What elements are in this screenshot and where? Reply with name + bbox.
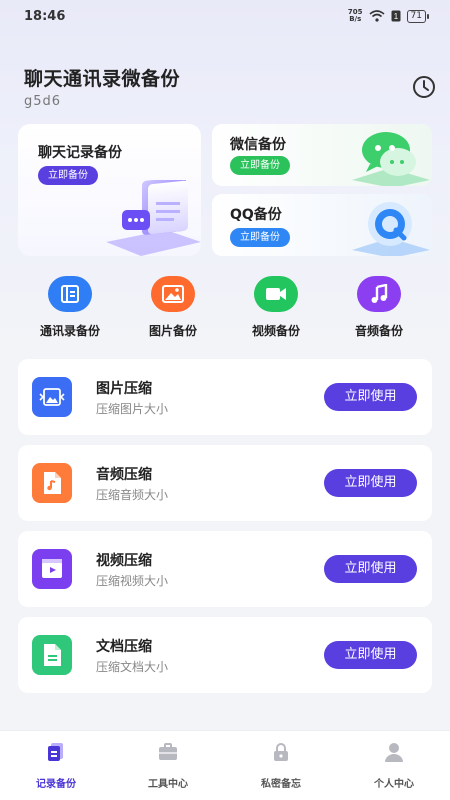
list-item-title: 音频压缩	[96, 467, 152, 483]
battery-indicator: 71	[406, 9, 430, 23]
audio-file-icon	[44, 472, 61, 494]
tab-record-backup[interactable]: 记录备份	[0, 741, 112, 790]
music-icon	[371, 284, 388, 303]
tab-label: 私密备忘	[261, 779, 301, 790]
use-now-button[interactable]: 立即使用	[324, 383, 417, 411]
wechat-backup-card[interactable]: 微信备份 立即备份	[212, 124, 432, 186]
status-icons: 705 B/s 1 71	[347, 8, 430, 23]
use-now-button[interactable]: 立即使用	[324, 469, 417, 497]
svg-text:1: 1	[393, 12, 398, 21]
tab-private-memo[interactable]: 私密备忘	[225, 741, 337, 790]
tab-tool-center[interactable]: 工具中心	[112, 741, 224, 790]
qq-backup-button[interactable]: 立即备份	[230, 228, 290, 247]
chat-backup-button[interactable]: 立即备份	[38, 166, 98, 185]
list-item-title: 图片压缩	[96, 381, 152, 397]
wechat-backup-button[interactable]: 立即备份	[230, 156, 290, 175]
video-icon	[266, 288, 286, 300]
image-icon	[162, 285, 184, 303]
clock-icon	[413, 76, 435, 98]
history-button[interactable]	[412, 75, 436, 99]
qq-icon	[352, 202, 430, 256]
quick-action-label: 通讯录备份	[39, 324, 100, 338]
quick-action-contacts[interactable]: 通讯录备份	[25, 276, 115, 339]
quick-action-label: 音频备份	[354, 324, 403, 338]
chat-backup-title: 聊天记录备份	[38, 145, 122, 161]
list-item-subtitle: 压缩视频大小	[96, 574, 169, 588]
quick-action-images[interactable]: 图片备份	[128, 276, 218, 339]
qq-backup-title: QQ备份	[230, 207, 282, 223]
contacts-icon	[61, 285, 79, 303]
list-item-document-compress[interactable]: 文档压缩 压缩文档大小 立即使用	[18, 617, 432, 693]
quick-action-label: 视频备份	[251, 324, 300, 338]
list-item-audio-compress[interactable]: 音频压缩 压缩音频大小 立即使用	[18, 445, 432, 521]
page-title: 聊天通讯录微备份	[24, 68, 181, 90]
list-item-subtitle: 压缩文档大小	[96, 660, 169, 674]
list-item-subtitle: 压缩音频大小	[96, 488, 169, 502]
use-now-button[interactable]: 立即使用	[324, 555, 417, 583]
wechat-icon	[352, 132, 430, 186]
list-item-subtitle: 压缩图片大小	[96, 402, 169, 416]
quick-action-label: 图片备份	[148, 324, 197, 338]
chat-document-illustration	[106, 180, 201, 256]
status-bar: 18:46 705 B/s 1 71	[0, 0, 450, 32]
quick-action-audio[interactable]: 音频备份	[334, 276, 424, 339]
use-now-button[interactable]: 立即使用	[324, 641, 417, 669]
status-time: 18:46	[24, 8, 66, 24]
image-compress-icon	[39, 388, 65, 406]
network-speed: 705 B/s	[347, 8, 363, 23]
tab-personal-center[interactable]: 个人中心	[338, 741, 450, 790]
tab-label: 记录备份	[36, 779, 76, 790]
sim-icon: 1	[391, 10, 401, 22]
list-item-image-compress[interactable]: 图片压缩 压缩图片大小 立即使用	[18, 359, 432, 435]
toolbox-icon	[159, 743, 177, 760]
wechat-backup-title: 微信备份	[230, 137, 286, 153]
record-backup-icon	[48, 743, 63, 761]
quick-action-video[interactable]: 视频备份	[231, 276, 321, 339]
bottom-tab-bar: 记录备份 工具中心 私密备忘 个人中心	[0, 730, 450, 800]
list-item-title: 文档压缩	[96, 639, 152, 655]
document-icon	[44, 644, 61, 666]
chat-backup-card[interactable]: 聊天记录备份 立即备份	[18, 124, 201, 256]
qq-backup-card[interactable]: QQ备份 立即备份	[212, 194, 432, 256]
person-icon	[385, 743, 403, 762]
tab-label: 工具中心	[148, 779, 188, 790]
list-item-title: 视频压缩	[96, 553, 152, 569]
user-id: g5d6	[24, 94, 62, 109]
wifi-icon	[369, 10, 385, 22]
lock-icon	[274, 743, 288, 761]
list-item-video-compress[interactable]: 视频压缩 压缩视频大小 立即使用	[18, 531, 432, 607]
video-file-icon	[42, 559, 62, 578]
tab-label: 个人中心	[374, 779, 414, 790]
